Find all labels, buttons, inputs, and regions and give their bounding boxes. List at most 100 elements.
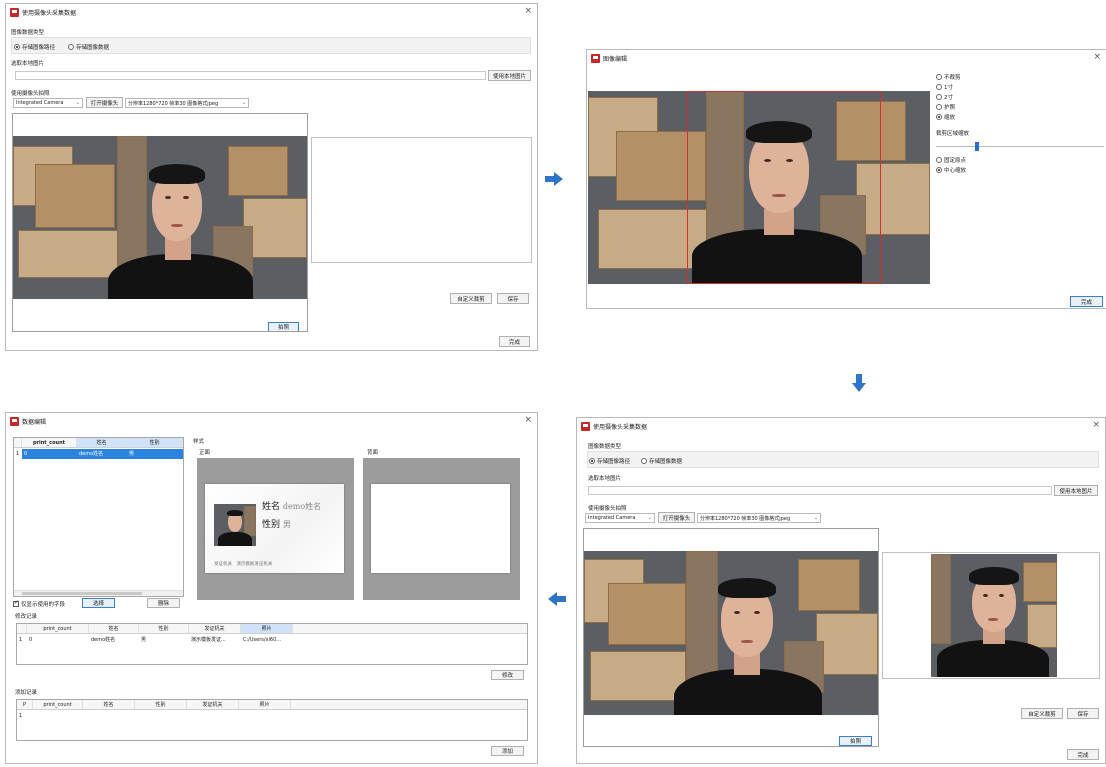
close-icon[interactable]: ×: [524, 415, 532, 425]
scale-label: 裁剪区域缩放: [936, 131, 970, 137]
resolution-select[interactable]: 分辨率1280*720 帧率30 图像格式jpeg ⌄: [697, 513, 821, 523]
grid-row[interactable]: 1 0 demo姓名 男: [14, 449, 183, 459]
mode-radio-data[interactable]: 存储图像数据: [68, 43, 109, 51]
close-icon[interactable]: ×: [1093, 52, 1101, 62]
id-card-back[interactable]: [371, 484, 510, 573]
crop-option-none[interactable]: 不裁剪: [936, 73, 961, 81]
modify-button[interactable]: 修改: [491, 670, 524, 680]
camera-select[interactable]: Integrated Camera ⌄: [13, 98, 83, 108]
use-local-image-button[interactable]: 使用本地图片: [488, 70, 531, 81]
crop-option-2inch[interactable]: 2寸: [936, 93, 953, 101]
scrollbar-thumb[interactable]: [22, 592, 142, 595]
card-name-value: demo姓名: [282, 502, 322, 511]
open-camera-button[interactable]: 打开摄像头: [86, 97, 123, 108]
save-button[interactable]: 保存: [497, 293, 529, 304]
edit-col-photo[interactable]: 照片: [241, 624, 293, 633]
grid-col-gender[interactable]: 性别: [127, 438, 183, 447]
add-table-row[interactable]: 1: [17, 711, 527, 721]
mode-radio-data[interactable]: 存储图像数据: [641, 457, 682, 465]
add-record-table[interactable]: P print_count 姓名 性别 发证机关 照片 1: [16, 699, 528, 741]
scale-slider-thumb[interactable]: [975, 142, 979, 151]
radio-icon: [936, 167, 942, 173]
arrow-right-icon: [545, 172, 563, 186]
front-label: 正面: [199, 450, 211, 456]
person-shirt: [674, 669, 822, 715]
person-eye: [999, 594, 1004, 597]
id-card-front[interactable]: 姓名 demo姓名 性别 男 发证机关 演示模板发证机关: [205, 484, 344, 573]
edit-record-table[interactable]: print_count 姓名 性别 发证机关 照片 1 0 demo姓名 男 演…: [16, 623, 528, 665]
open-camera-button[interactable]: 打开摄像头: [658, 512, 695, 523]
crop-option-passport[interactable]: 护照: [936, 103, 955, 111]
chevron-down-icon: ⌄: [813, 515, 818, 521]
add-record-label: 添加记录: [15, 690, 38, 696]
photo-result-panel: [311, 137, 532, 263]
camera-select[interactable]: Integrated Camera ⌄: [585, 513, 655, 523]
edit-col-issuer[interactable]: 发证机关: [189, 624, 241, 633]
anchor-option-center[interactable]: 中心缩放: [936, 166, 966, 174]
edit-col-gender[interactable]: 性别: [139, 624, 189, 633]
add-col-issuer[interactable]: 发证机关: [187, 700, 239, 709]
edit-col-print-count[interactable]: print_count: [27, 624, 89, 633]
capture-window-2: 使用摄像头采集数据 × 图像数据类型 存储图像路径 存储图像数据 选取本地图片 …: [576, 417, 1106, 764]
done-button[interactable]: 完成: [499, 336, 530, 347]
close-icon[interactable]: ×: [524, 6, 532, 16]
only-used-fields-checkbox[interactable]: 仅显示使用的字段: [13, 599, 65, 608]
horizontal-scrollbar[interactable]: [14, 590, 183, 596]
edit-col-name[interactable]: 姓名: [89, 624, 139, 633]
grid-col-name[interactable]: 姓名: [77, 438, 127, 447]
camera-feed: [584, 551, 878, 715]
local-image-path-field[interactable]: [588, 486, 1052, 495]
local-image-path-field[interactable]: [15, 71, 486, 80]
select-button[interactable]: 选择: [82, 598, 115, 608]
done-button[interactable]: 完成: [1070, 296, 1103, 307]
crop-frame[interactable]: [687, 91, 881, 284]
resolution-select[interactable]: 分辨率1280*720 帧率30 图像格式jpeg ⌄: [125, 98, 249, 108]
person-eye: [754, 611, 760, 614]
shelf-box: [117, 136, 147, 266]
crop-option-scale[interactable]: 缩放: [936, 113, 955, 121]
add-col-name[interactable]: 姓名: [83, 700, 135, 709]
edit-record-label: 修改记录: [15, 614, 38, 620]
data-edit-window: 数据编辑 × print_count 姓名 性别 1 0 demo姓名 男 仅显…: [5, 412, 538, 764]
shelf-box: [816, 613, 878, 675]
radio-icon: [589, 458, 595, 464]
radio-icon: [936, 94, 942, 100]
custom-crop-button[interactable]: 自定义裁剪: [450, 293, 492, 304]
window-title: 使用摄像头采集数据: [593, 424, 648, 431]
back-label: 背面: [367, 450, 379, 456]
add-button[interactable]: 添加: [491, 746, 524, 756]
person-shirt: [937, 640, 1049, 677]
title-bar: 使用摄像头采集数据 ×: [6, 4, 537, 21]
use-local-image-button[interactable]: 使用本地图片: [1054, 485, 1098, 496]
add-col-p[interactable]: P: [17, 700, 33, 709]
capture-window-1: 使用摄像头采集数据 × 图像数据类型 存储图像路径 存储图像数据 选取本地图片 …: [5, 3, 538, 351]
add-col-gender[interactable]: 性别: [135, 700, 187, 709]
window-title: 图像编辑: [603, 56, 628, 63]
capture-button[interactable]: 拍照: [268, 322, 299, 331]
scale-slider-track[interactable]: [936, 146, 1104, 147]
radio-icon: [936, 114, 942, 120]
grid-col-print-count[interactable]: print_count: [22, 438, 77, 447]
custom-crop-button[interactable]: 自定义裁剪: [1021, 708, 1063, 719]
person-eye: [734, 611, 740, 614]
save-button[interactable]: 保存: [1067, 708, 1099, 719]
data-grid[interactable]: print_count 姓名 性别 1 0 demo姓名 男: [13, 437, 184, 597]
chevron-down-icon: ⌄: [75, 100, 80, 106]
capture-button[interactable]: 拍照: [839, 736, 872, 746]
person-hair: [718, 578, 776, 598]
delete-button[interactable]: 删除: [147, 598, 180, 608]
person-eye: [983, 594, 988, 597]
add-col-photo[interactable]: 照片: [239, 700, 291, 709]
edit-table-row[interactable]: 1 0 demo姓名 男 演示模板发证... C:/Users/xl60...: [17, 635, 527, 645]
card-gender-row: 性别 男: [262, 517, 291, 530]
add-col-print-count[interactable]: print_count: [33, 700, 83, 709]
radio-icon: [14, 44, 20, 50]
done-button[interactable]: 完成: [1067, 749, 1099, 760]
close-icon[interactable]: ×: [1092, 420, 1100, 430]
mode-radio-path[interactable]: 存储图像路径: [14, 43, 55, 51]
mode-radio-path[interactable]: 存储图像路径: [589, 457, 630, 465]
camera-label: 使用摄像头拍照: [11, 91, 50, 97]
anchor-option-origin[interactable]: 固定原点: [936, 156, 966, 164]
arrow-left-icon: [548, 592, 566, 606]
crop-option-1inch[interactable]: 1寸: [936, 83, 953, 91]
